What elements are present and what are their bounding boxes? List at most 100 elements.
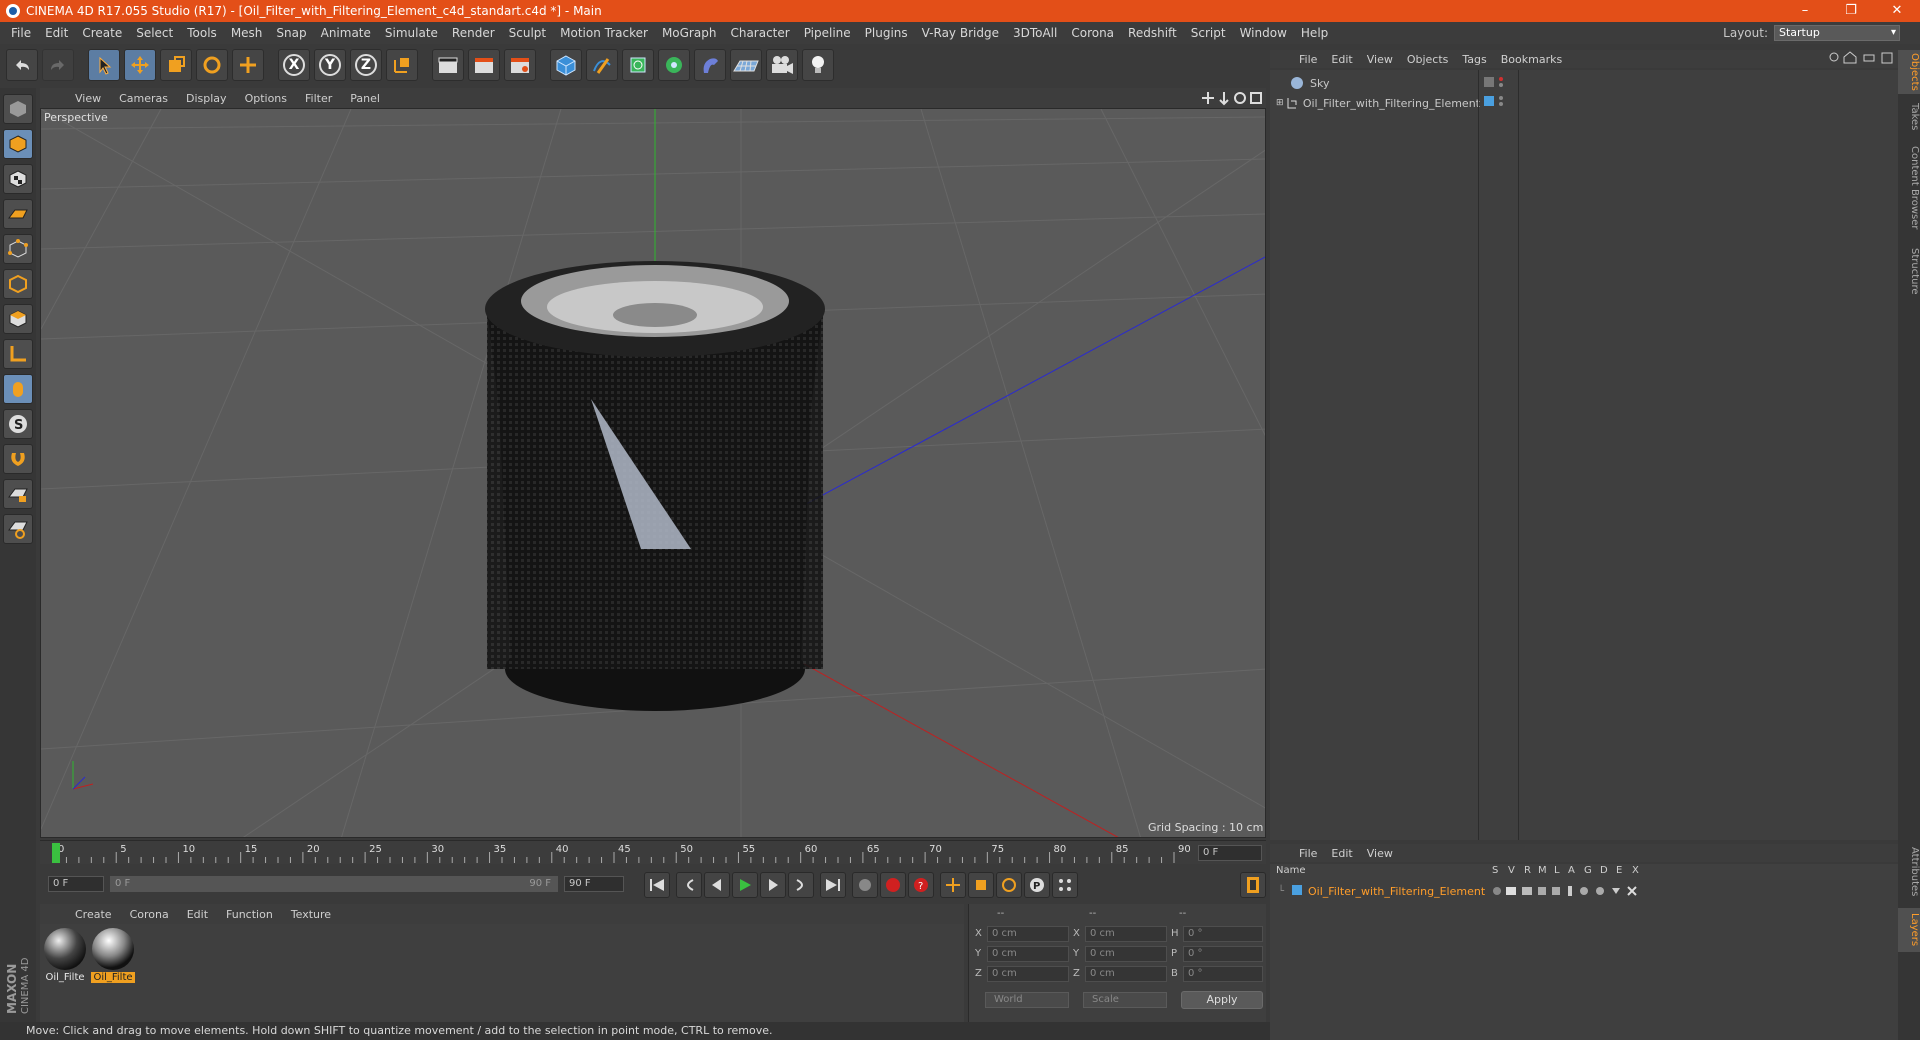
viewport-nav-icons[interactable] [1200, 90, 1264, 106]
layer-color-icon[interactable] [1484, 96, 1494, 106]
viewport-menu-cameras[interactable]: Cameras [110, 92, 177, 105]
menu-plugins[interactable]: Plugins [858, 26, 915, 40]
sky-layer-icon[interactable] [1484, 77, 1494, 87]
make-editable-button[interactable] [3, 94, 33, 124]
menu-character[interactable]: Character [723, 26, 796, 40]
object-menu-view[interactable]: View [1360, 53, 1400, 66]
coord-pos-z-field[interactable]: 0 cm [987, 966, 1069, 982]
coord-rot-h-field[interactable]: 0 ° [1183, 926, 1263, 942]
visibility-editor-dot[interactable] [1499, 77, 1503, 81]
edges-mode-button[interactable] [3, 269, 33, 299]
object-row-sky[interactable]: Sky [1270, 74, 1480, 92]
menu-script[interactable]: Script [1184, 26, 1233, 40]
3d-viewport[interactable] [40, 108, 1266, 838]
prev-frame-button[interactable] [704, 872, 730, 898]
menu-animate[interactable]: Animate [314, 26, 378, 40]
scale-tool-button[interactable] [160, 49, 192, 81]
layer-toggles[interactable] [1492, 885, 1642, 897]
prev-key-button[interactable] [676, 872, 702, 898]
playhead[interactable] [52, 843, 60, 863]
object-menu-bookmarks[interactable]: Bookmarks [1494, 53, 1569, 66]
cube-primitive-button[interactable] [550, 49, 582, 81]
next-key-button[interactable] [788, 872, 814, 898]
coord-scale-dropdown[interactable]: Scale [1083, 992, 1167, 1008]
visibility-editor-dot[interactable] [1499, 96, 1503, 100]
key-parameter-button[interactable]: P [1024, 872, 1050, 898]
column-divider[interactable] [1518, 70, 1519, 840]
material-thumbnail[interactable] [92, 928, 134, 970]
x-axis-lock-button[interactable]: X [278, 49, 310, 81]
play-button[interactable] [732, 872, 758, 898]
maximize-button[interactable]: ❐ [1828, 0, 1874, 22]
record-keys-button[interactable] [852, 872, 878, 898]
menu-render[interactable]: Render [445, 26, 502, 40]
layer-col-manager[interactable]: M [1538, 865, 1547, 876]
render-settings-button[interactable] [504, 49, 536, 81]
floor-button[interactable] [730, 49, 762, 81]
viewport-menu-panel[interactable]: Panel [341, 92, 389, 105]
search-icon[interactable] [1829, 52, 1839, 62]
layer-menu-file[interactable]: File [1292, 847, 1324, 860]
menu-pipeline[interactable]: Pipeline [797, 26, 858, 40]
viewport-menu-display[interactable]: Display [177, 92, 236, 105]
coord-mode-dropdown[interactable]: World [985, 992, 1069, 1008]
tweak-mode-button[interactable] [3, 374, 33, 404]
goto-end-button[interactable] [820, 872, 846, 898]
coord-size-z-field[interactable]: 0 cm [1085, 966, 1167, 982]
key-rotation-button[interactable] [996, 872, 1022, 898]
menu-redshift[interactable]: Redshift [1121, 26, 1184, 40]
menu-edit[interactable]: Edit [38, 26, 75, 40]
tab-attributes[interactable]: Attributes [1898, 840, 1920, 904]
model-mode-button[interactable] [3, 129, 33, 159]
menu-mesh[interactable]: Mesh [224, 26, 270, 40]
menu-help[interactable]: Help [1294, 26, 1335, 40]
coord-rot-p-field[interactable]: 0 ° [1183, 946, 1263, 962]
camera-button[interactable] [766, 49, 798, 81]
layer-col-visible[interactable]: V [1508, 865, 1515, 876]
material-menu-corona[interactable]: Corona [121, 908, 178, 921]
subdivision-surface-button[interactable] [622, 49, 654, 81]
key-scale-button[interactable] [968, 872, 994, 898]
object-menu-tags[interactable]: Tags [1455, 53, 1493, 66]
layer-col-expressions[interactable]: E [1616, 865, 1622, 876]
menu-create[interactable]: Create [75, 26, 129, 40]
timeline-ruler[interactable]: 0 5 10 15 20 25 30 35 40 45 50 55 60 65 70 75 80 85 90 [50, 842, 1191, 864]
layer-col-xref[interactable]: X [1632, 865, 1639, 876]
layer-row[interactable]: └ Oil_Filter_with_Filtering_Element [1270, 883, 1898, 899]
object-menu-edit[interactable]: Edit [1324, 53, 1359, 66]
material-label[interactable]: Oil_Filte [43, 972, 87, 983]
goto-start-button[interactable] [644, 872, 670, 898]
redo-button[interactable] [42, 49, 74, 81]
tab-takes[interactable]: Takes [1898, 100, 1920, 134]
material-menu-texture[interactable]: Texture [282, 908, 340, 921]
render-picture-viewer-button[interactable] [468, 49, 500, 81]
layer-color-swatch[interactable] [1292, 885, 1304, 897]
minimize-button[interactable]: – [1782, 0, 1828, 22]
visibility-render-dot[interactable] [1499, 102, 1503, 106]
tab-content-browser[interactable]: Content Browser [1898, 140, 1920, 236]
object-menu-objects[interactable]: Objects [1400, 53, 1456, 66]
layer-col-render[interactable]: R [1524, 865, 1531, 876]
column-divider[interactable] [1478, 70, 1479, 840]
spline-pen-button[interactable] [586, 49, 618, 81]
new-window-icon[interactable] [1863, 54, 1875, 62]
maximize-panel-icon[interactable] [1881, 52, 1893, 64]
current-frame-field[interactable]: 0 F [1198, 845, 1262, 861]
texture-mode-button[interactable] [3, 164, 33, 194]
start-frame-field[interactable]: 0 F [48, 876, 104, 892]
render-view-button[interactable] [432, 49, 464, 81]
viewport-menu-view[interactable]: View [66, 92, 110, 105]
coord-rot-b-field[interactable]: 0 ° [1183, 966, 1263, 982]
material-thumbnail[interactable] [44, 928, 86, 970]
zoom-icon[interactable] [1219, 92, 1229, 106]
layer-col-name[interactable]: Name [1276, 865, 1306, 876]
axis-mode-button[interactable] [3, 339, 33, 369]
deformer-button[interactable] [694, 49, 726, 81]
menu-select[interactable]: Select [129, 26, 180, 40]
end-frame-field[interactable]: 90 F [564, 876, 624, 892]
menu-mograph[interactable]: MoGraph [655, 26, 724, 40]
layer-col-deformers[interactable]: D [1600, 865, 1608, 876]
viewport-menu-filter[interactable]: Filter [296, 92, 341, 105]
object-row-oil-filter[interactable]: ⊞ Oil_Filter_with_Filtering_Element [1270, 94, 1480, 112]
apply-button[interactable]: Apply [1181, 991, 1263, 1009]
